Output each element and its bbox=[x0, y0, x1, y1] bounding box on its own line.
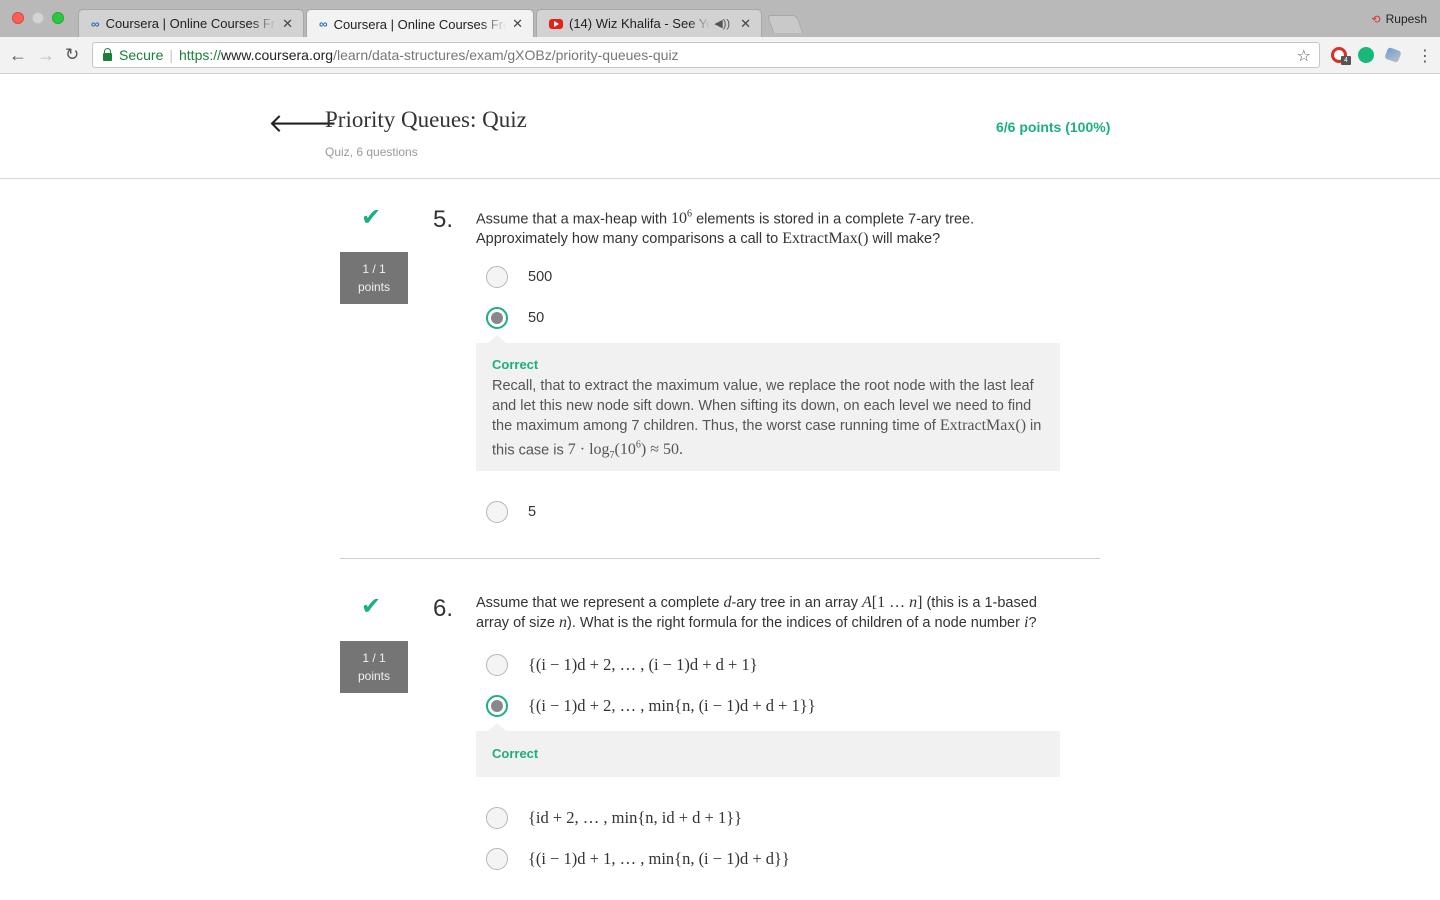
coursera-favicon-icon: ∞ bbox=[91, 16, 100, 31]
question-divider bbox=[340, 558, 1100, 559]
browser-tab-1[interactable]: ∞ Coursera | Online Courses From ✕ bbox=[78, 9, 304, 37]
option-label: {(i − 1)d + 2, … , min{n, (i − 1)d + d +… bbox=[528, 696, 816, 715]
youtube-favicon-icon bbox=[549, 18, 563, 29]
option-label: {(i − 1)d + 1, … , min{n, (i − 1)d + d}} bbox=[528, 849, 790, 868]
points-value: 1 / 1 bbox=[362, 262, 386, 276]
answer-option[interactable]: 5 bbox=[486, 500, 536, 524]
address-bar[interactable]: Secure | https://www.coursera.org/learn/… bbox=[92, 42, 1320, 68]
page-title: Priority Queues: Quiz bbox=[325, 107, 527, 132]
secure-label: Secure bbox=[119, 47, 164, 63]
answer-option[interactable]: {id + 2, … , min{n, id + d + 1}} bbox=[486, 806, 742, 830]
tab-title: Coursera | Online Courses From bbox=[333, 16, 507, 32]
points-value: 1 / 1 bbox=[362, 651, 386, 665]
tab-close-icon[interactable]: ✕ bbox=[740, 16, 751, 32]
radio-button[interactable] bbox=[486, 654, 508, 676]
browser-menu-icon[interactable]: ⋮ bbox=[1417, 46, 1433, 66]
url-scheme: https:// bbox=[179, 47, 222, 63]
question-number: 5. bbox=[433, 206, 454, 233]
extension-adblock-icon[interactable]: 4 bbox=[1331, 47, 1351, 65]
question-text: Assume that we represent a complete d-ar… bbox=[476, 594, 1037, 631]
answer-option[interactable]: {(i − 1)d + 1, … , min{n, (i − 1)d + d}} bbox=[486, 847, 790, 871]
new-tab-button[interactable] bbox=[766, 15, 804, 33]
option-label: {(i − 1)d + 2, … , (i − 1)d + d + 1} bbox=[528, 655, 758, 674]
radio-button[interactable] bbox=[486, 501, 508, 523]
sync-icon: ⟲ bbox=[1371, 13, 1381, 26]
page-subtitle: Quiz, 6 questions bbox=[325, 145, 418, 159]
answer-option[interactable]: 500 bbox=[486, 265, 552, 289]
check-icon: ✔ bbox=[361, 204, 382, 231]
radio-button[interactable] bbox=[486, 266, 508, 288]
url-host: www.coursera.org bbox=[221, 47, 334, 63]
check-icon: ✔ bbox=[361, 593, 382, 620]
feedback-title: Correct bbox=[492, 357, 539, 372]
forward-icon[interactable]: → bbox=[37, 45, 55, 66]
browser-tab-2[interactable]: ∞ Coursera | Online Courses From ✕ bbox=[306, 9, 534, 38]
tab-title: Coursera | Online Courses From bbox=[105, 16, 277, 31]
browser-tab-3[interactable]: (14) Wiz Khalifa - See You A ◀)) ✕ bbox=[536, 9, 762, 37]
option-label: 500 bbox=[528, 269, 553, 285]
extension-grammarly-icon[interactable] bbox=[1358, 47, 1374, 63]
url-path: /learn/data-structures/exam/gXOBz/priori… bbox=[333, 47, 679, 63]
points-badge: 1 / 1 points bbox=[340, 252, 408, 304]
radio-button-checked[interactable] bbox=[486, 307, 508, 329]
tab-close-icon[interactable]: ✕ bbox=[512, 16, 523, 32]
points-label: points bbox=[357, 669, 391, 683]
reload-icon[interactable]: ↻ bbox=[65, 45, 79, 65]
answer-option[interactable]: {(i − 1)d + 2, … , (i − 1)d + d + 1} bbox=[486, 653, 758, 677]
extension-badge: 4 bbox=[1341, 56, 1351, 65]
tab-close-icon[interactable]: ✕ bbox=[282, 16, 293, 32]
option-label: 5 bbox=[528, 504, 537, 520]
feedback-box: Correct bbox=[476, 723, 1060, 777]
maximize-window-button[interactable] bbox=[52, 12, 64, 24]
feedback-text: Recall, that to extract the maximum valu… bbox=[492, 378, 1042, 462]
audio-playing-icon[interactable]: ◀)) bbox=[714, 17, 730, 30]
extension-satellite-icon[interactable] bbox=[1384, 46, 1402, 64]
profile-name: Rupesh bbox=[1385, 12, 1427, 26]
close-window-button[interactable] bbox=[12, 12, 24, 24]
tab-title: (14) Wiz Khalifa - See You A bbox=[569, 16, 710, 31]
bookmark-star-icon[interactable]: ☆ bbox=[1297, 46, 1311, 66]
lock-icon bbox=[103, 48, 112, 61]
radio-button[interactable] bbox=[486, 807, 508, 829]
back-icon[interactable]: ← bbox=[9, 45, 27, 66]
radio-button[interactable] bbox=[486, 848, 508, 870]
browser-toolbar: ← → ↻ Secure | https://www.coursera.org /… bbox=[0, 37, 1440, 74]
points-badge: 1 / 1 points bbox=[340, 641, 408, 693]
feedback-box: Correct Recall, that to extract the maxi… bbox=[476, 335, 1060, 471]
minimize-window-button[interactable] bbox=[32, 12, 44, 24]
points-label: points bbox=[357, 280, 391, 294]
browser-tab-bar: ∞ Coursera | Online Courses From ✕ ∞ Cou… bbox=[0, 0, 1440, 38]
question-number: 6. bbox=[433, 595, 454, 622]
option-label: 50 bbox=[528, 310, 545, 326]
question-text: Assume that a max-heap with 106 elements… bbox=[476, 209, 975, 248]
feedback-title: Correct bbox=[492, 746, 539, 761]
score-summary: 6/6 points (100%) bbox=[996, 119, 1111, 135]
coursera-favicon-icon: ∞ bbox=[319, 17, 328, 31]
profile-button[interactable]: ⟲ Rupesh bbox=[1371, 12, 1427, 26]
option-label: {id + 2, … , min{n, id + d + 1}} bbox=[528, 808, 743, 827]
quiz-header: 🡐 Priority Queues: Quiz Quiz, 6 question… bbox=[0, 74, 1440, 179]
answer-option-selected[interactable]: 50 bbox=[486, 306, 544, 330]
radio-button-checked[interactable] bbox=[486, 695, 508, 717]
answer-option-selected[interactable]: {(i − 1)d + 2, … , min{n, (i − 1)d + d +… bbox=[486, 694, 816, 718]
omnibox-separator: | bbox=[169, 47, 173, 63]
